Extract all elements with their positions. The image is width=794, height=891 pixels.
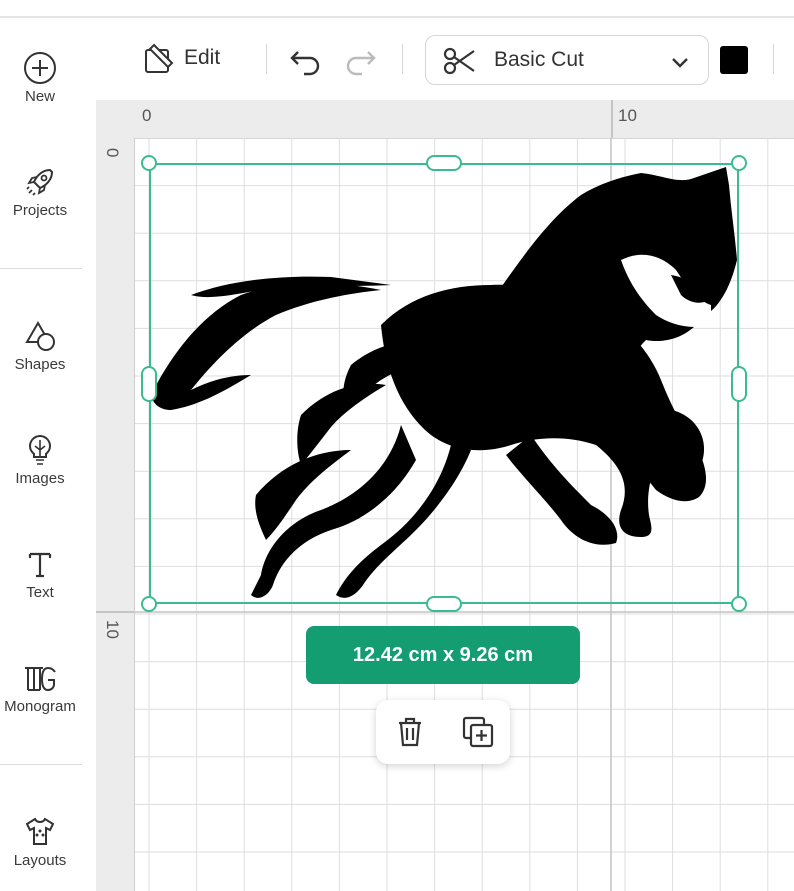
sidebar-item-text[interactable]: Text bbox=[0, 546, 80, 601]
resize-handle-left[interactable] bbox=[141, 366, 157, 402]
sidebar-item-label: Projects bbox=[12, 202, 68, 219]
sidebar-item-label: Monogram bbox=[4, 698, 76, 715]
resize-handle-right[interactable] bbox=[731, 366, 747, 402]
sidebar-divider bbox=[0, 764, 82, 765]
top-toolbar: Edit Basic Cut bbox=[96, 18, 794, 100]
sidebar-divider bbox=[0, 268, 82, 269]
edit-label: Edit bbox=[184, 46, 221, 69]
wolf-image[interactable] bbox=[151, 165, 737, 602]
duplicate-icon[interactable] bbox=[460, 714, 496, 750]
shapes-icon bbox=[25, 321, 55, 351]
sidebar-item-label: Shapes bbox=[14, 356, 66, 373]
toolbar-divider bbox=[266, 44, 267, 74]
resize-handle-bottom-right[interactable] bbox=[731, 596, 747, 612]
resize-handle-top-right[interactable] bbox=[731, 155, 747, 171]
sidebar-item-label: Text bbox=[26, 584, 54, 601]
object-actions-popup bbox=[376, 700, 510, 764]
left-sidebar: New Projects Shapes Images Text Monogram… bbox=[0, 18, 97, 891]
ruler-top-ticks bbox=[611, 100, 613, 138]
operation-select[interactable]: Basic Cut bbox=[425, 35, 709, 85]
edit-icon bbox=[145, 43, 174, 73]
toolbar-divider bbox=[402, 44, 403, 74]
plus-circle-icon bbox=[24, 52, 56, 84]
sidebar-item-shapes[interactable]: Shapes bbox=[0, 318, 80, 373]
trash-icon[interactable] bbox=[392, 714, 428, 750]
sidebar-item-label: Layouts bbox=[13, 852, 67, 869]
toolbar-divider bbox=[773, 44, 774, 74]
dimensions-badge: 12.42 cm x 9.26 cm bbox=[306, 626, 580, 684]
sidebar-item-layouts[interactable]: Layouts bbox=[0, 814, 80, 869]
sidebar-item-monogram[interactable]: Monogram bbox=[0, 660, 80, 715]
shirt-icon bbox=[25, 817, 55, 845]
redo-icon[interactable] bbox=[342, 44, 378, 76]
edit-button[interactable]: Edit bbox=[142, 40, 220, 76]
sidebar-item-new[interactable]: New bbox=[0, 50, 80, 105]
sidebar-item-label: Images bbox=[15, 470, 65, 487]
resize-handle-top[interactable] bbox=[426, 155, 462, 171]
text-t-icon bbox=[28, 552, 52, 578]
sidebar-item-projects[interactable]: Projects bbox=[0, 164, 80, 219]
ruler-left-ticks bbox=[96, 611, 134, 613]
chevron-down-icon bbox=[672, 58, 688, 68]
sidebar-item-images[interactable]: Images bbox=[0, 432, 80, 487]
resize-handle-bottom[interactable] bbox=[426, 596, 462, 612]
color-swatch[interactable] bbox=[720, 46, 748, 74]
monogram-icon bbox=[25, 666, 56, 692]
rocket-icon bbox=[26, 168, 54, 196]
sidebar-item-label: New bbox=[24, 88, 55, 105]
resize-handle-top-left[interactable] bbox=[141, 155, 157, 171]
operation-label: Basic Cut bbox=[494, 48, 584, 71]
resize-handle-bottom-left[interactable] bbox=[141, 596, 157, 612]
undo-icon[interactable] bbox=[288, 44, 324, 76]
scissors-icon bbox=[443, 47, 475, 75]
lightbulb-icon bbox=[28, 434, 52, 465]
